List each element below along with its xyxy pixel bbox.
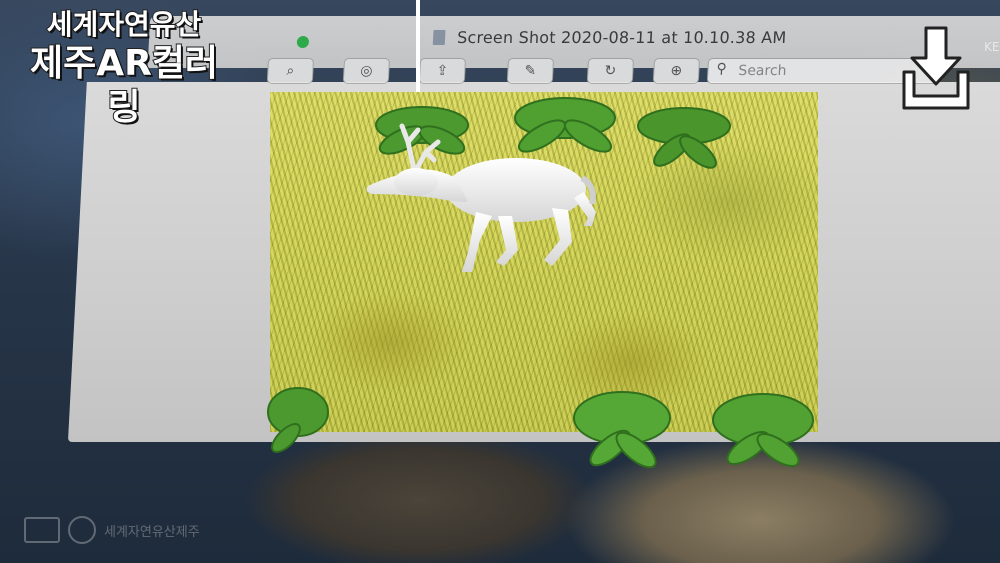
logo-line2: 제주AR컬러링 [29,42,219,129]
fern-plant [267,387,329,453]
vertical-light-line [416,0,420,92]
fern-plant [712,393,814,468]
search-placeholder: Search [737,63,787,79]
watermark-seal-icon [68,516,96,544]
deer-model [366,123,596,272]
download-icon [902,26,970,110]
watermark-text: 세계자연유산제주 [104,524,200,540]
toolbar-annotate-button: ⊕ [652,58,701,84]
fern-plant [637,107,731,169]
mac-window-title: Screen Shot 2020-08-11 at 10.10.38 AM [456,28,787,47]
watermark: 세계자연유산제주 [24,516,200,544]
toolbar-pen-button: ✎ [506,58,555,84]
download-button[interactable] [900,26,972,112]
document-icon [432,30,446,45]
logo-line1: 세계자연유산 [46,7,203,42]
traffic-light-green [296,36,310,48]
app-logo: 세계자연유산 제주AR컬러링 [14,7,234,130]
toolbar-share-button: ⇪ [418,58,467,84]
watermark-emblem-icon [24,517,60,543]
toolbar-rotate-button: ↻ [586,58,635,84]
mac-titlebar: Screen Shot 2020-08-11 at 10.10.38 AM ⌕ … [147,16,1000,84]
search-icon: ⚲ [716,61,728,77]
toolbar-zoom-button: ⌕ [266,58,315,84]
corner-text: KE [984,40,1000,54]
toolbar-markup-button: ◎ [342,58,391,84]
fern-plant [573,391,671,469]
